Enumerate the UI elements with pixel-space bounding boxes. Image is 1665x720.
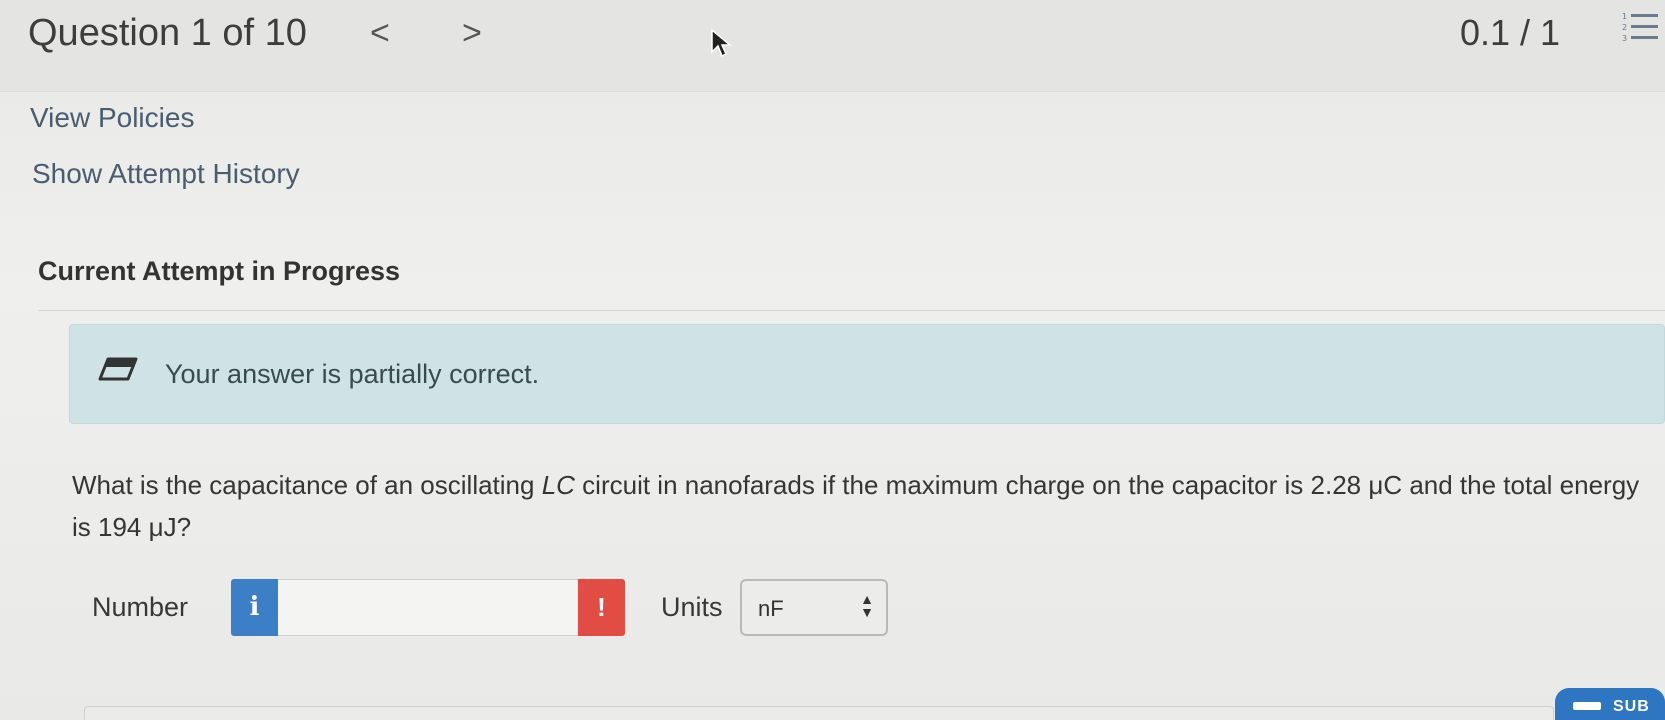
warning-button[interactable]: ! xyxy=(578,579,625,636)
question-list-icon[interactable]: 1 2 3 xyxy=(1620,8,1660,48)
mouse-pointer-icon xyxy=(711,28,732,58)
next-question-button[interactable]: > xyxy=(462,14,482,53)
units-select[interactable]: nF ▲ ▼ xyxy=(740,579,888,636)
next-panel-edge xyxy=(84,706,1554,720)
select-arrows-icon: ▲ ▼ xyxy=(860,591,874,620)
svg-text:2: 2 xyxy=(1622,23,1627,32)
question-text-start: What is the capacitance of an oscillatin… xyxy=(72,470,542,500)
previous-question-button[interactable]: < xyxy=(370,14,390,53)
svg-text:3: 3 xyxy=(1622,34,1627,43)
show-attempt-history-link[interactable]: Show Attempt History xyxy=(32,158,300,190)
number-input[interactable] xyxy=(278,579,578,636)
svg-text:1: 1 xyxy=(1622,12,1627,21)
submit-button[interactable]: SUB xyxy=(1555,688,1665,720)
question-text: What is the capacitance of an oscillatin… xyxy=(72,464,1642,548)
units-selected-value: nF xyxy=(758,596,784,621)
view-policies-link[interactable]: View Policies xyxy=(30,102,194,134)
number-label: Number xyxy=(92,592,189,622)
info-button[interactable]: i xyxy=(231,579,278,636)
assignment-page: Question 1 of 10 < > 0.1 / 1 1 2 3 View … xyxy=(0,0,1665,720)
section-divider xyxy=(38,310,1665,311)
eraser-icon xyxy=(98,357,138,381)
feedback-banner: Your answer is partially correct. xyxy=(69,324,1665,424)
units-label: Units xyxy=(661,592,723,622)
attempt-status-heading: Current Attempt in Progress xyxy=(38,256,401,286)
submit-icon xyxy=(1573,702,1601,710)
question-header: Question 1 of 10 < > 0.1 / 1 1 2 3 xyxy=(0,0,1665,92)
feedback-message: Your answer is partially correct. xyxy=(165,359,540,389)
question-italic-term: LC xyxy=(541,470,575,500)
score-display: 0.1 / 1 xyxy=(1460,12,1561,53)
question-counter: Question 1 of 10 xyxy=(28,12,307,54)
submit-label: SUB xyxy=(1613,698,1650,715)
